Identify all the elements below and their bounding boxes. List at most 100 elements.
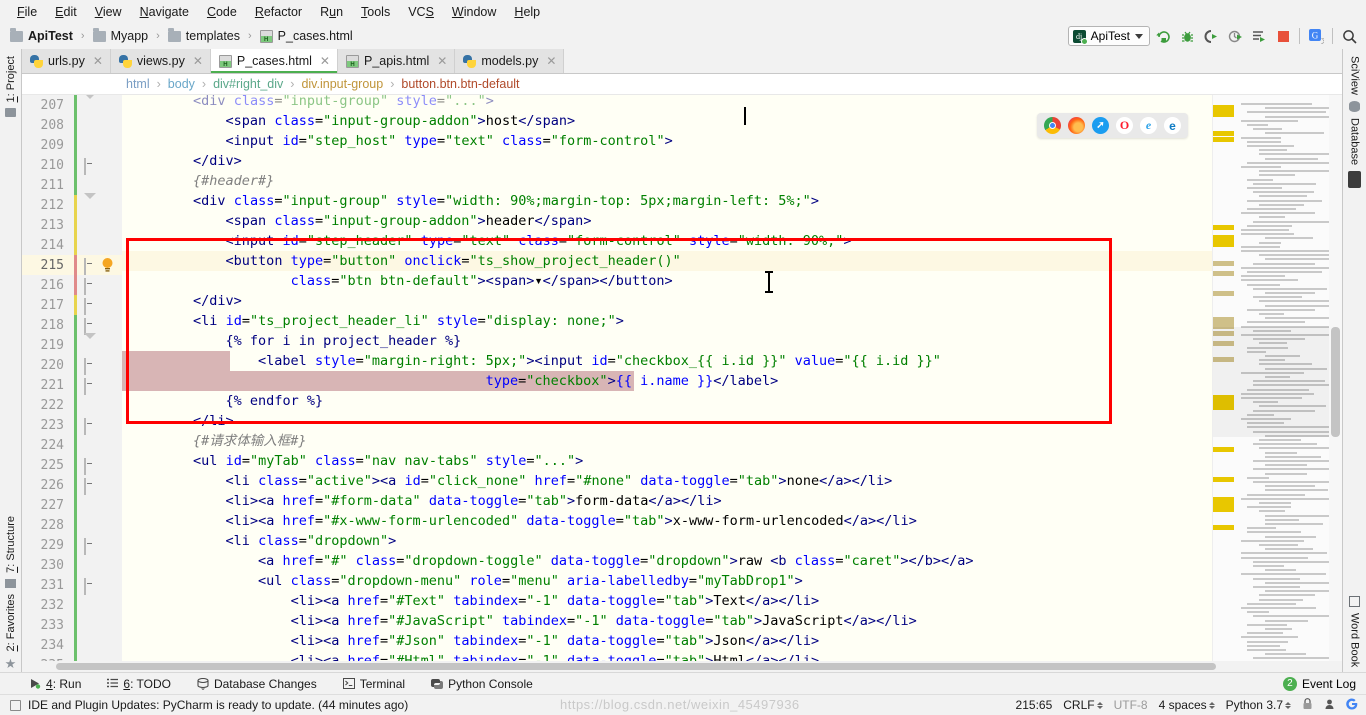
google-translate-status-icon[interactable] — [1346, 698, 1358, 713]
editor-tab-models[interactable]: models.py ✕ — [455, 49, 565, 73]
breadcrumb-item-myapp[interactable]: Myapp — [111, 29, 149, 43]
gutter-line[interactable]: 227 — [22, 495, 122, 515]
opera-icon[interactable]: O — [1116, 117, 1133, 134]
code-line[interactable]: type="checkbox">{{ i.name }}</label> — [128, 371, 1212, 391]
translate-button[interactable]: G文 — [1305, 25, 1327, 47]
event-log-button[interactable]: 2 Event Log — [1282, 676, 1356, 691]
gutter-line[interactable]: 214 — [22, 235, 122, 255]
gutter-line[interactable]: 217 — [22, 295, 122, 315]
dom-breadcrumb-input-group[interactable]: div.input-group — [301, 77, 383, 91]
code-line[interactable]: class="btn btn-default"><span>▾</span></… — [128, 271, 1212, 291]
tool-button-sciview[interactable]: SciView — [1349, 53, 1361, 98]
vcs-change-marker[interactable] — [74, 455, 77, 475]
vcs-change-marker[interactable] — [74, 615, 77, 635]
vcs-change-marker[interactable] — [74, 95, 77, 115]
debug-button[interactable] — [1176, 25, 1198, 47]
code-line[interactable]: <li><a href="#Json" tabindex="-1" data-t… — [128, 631, 1212, 651]
minimap-warning-marker[interactable] — [1213, 235, 1234, 247]
edge-icon[interactable]: e — [1164, 117, 1181, 134]
gutter-line[interactable]: 219 — [22, 333, 122, 355]
vcs-change-marker[interactable] — [74, 175, 77, 195]
code-line[interactable]: <li id="ts_project_header_li" style="dis… — [128, 311, 1212, 331]
menu-item-code[interactable]: Code — [198, 3, 246, 21]
code-fold-toggle[interactable] — [84, 358, 96, 375]
code-line[interactable]: {#header#} — [128, 171, 1212, 191]
code-fold-toggle[interactable] — [84, 298, 96, 315]
code-fold-toggle[interactable] — [84, 333, 96, 354]
gutter-line[interactable]: 224 — [22, 435, 122, 455]
vcs-change-marker[interactable] — [74, 295, 77, 315]
editor-tab-p-apis[interactable]: H P_apis.html ✕ — [337, 49, 456, 73]
tool-button-database-changes[interactable]: Database Changes — [193, 676, 321, 692]
vcs-change-marker[interactable] — [74, 495, 77, 515]
menu-item-window[interactable]: Window — [443, 3, 505, 21]
run-with-coverage-button[interactable] — [1200, 25, 1222, 47]
vcs-change-marker[interactable] — [74, 135, 77, 155]
notification-icon[interactable] — [10, 699, 21, 711]
menu-item-view[interactable]: View — [86, 3, 131, 21]
code-line[interactable]: <a href="#" class="dropdown-toggle" data… — [128, 551, 1212, 571]
code-line[interactable]: <input id="step_header" type="text" clas… — [128, 231, 1212, 251]
minimap-warning-marker[interactable] — [1213, 525, 1234, 530]
profile-button[interactable] — [1224, 25, 1246, 47]
safari-icon[interactable]: ➚ — [1092, 117, 1109, 134]
vcs-change-marker[interactable] — [74, 575, 77, 595]
vcs-change-marker[interactable] — [74, 415, 77, 435]
code-line[interactable]: <li><a href="#Html" tabindex="-1" data-t… — [128, 651, 1212, 661]
python-interpreter[interactable]: Python 3.7 — [1226, 698, 1291, 712]
code-fold-toggle[interactable] — [84, 95, 96, 114]
gutter-line[interactable]: 226 — [22, 475, 122, 495]
vcs-change-marker[interactable] — [74, 535, 77, 555]
vcs-change-marker[interactable] — [74, 195, 77, 215]
gutter-line[interactable]: 231 — [22, 575, 122, 595]
vcs-change-marker[interactable] — [74, 375, 77, 395]
code-line[interactable]: </div> — [128, 151, 1212, 171]
code-line[interactable]: <li><a href="#JavaScript" tabindex="-1" … — [128, 611, 1212, 631]
code-line[interactable]: <li class="active"><a id="click_none" hr… — [128, 471, 1212, 491]
code-fold-toggle[interactable] — [84, 158, 96, 175]
vcs-change-marker[interactable] — [74, 215, 77, 235]
menu-item-edit[interactable]: Edit — [46, 3, 86, 21]
tool-button-word-book[interactable]: Word Book — [1349, 610, 1361, 670]
run-with-console-button[interactable] — [1248, 25, 1270, 47]
code-line[interactable]: <div class="input-group" style="width: 9… — [128, 191, 1212, 211]
menu-item-help[interactable]: Help — [505, 3, 549, 21]
search-everywhere-button[interactable] — [1338, 25, 1360, 47]
close-icon[interactable]: ✕ — [546, 54, 556, 68]
close-icon[interactable]: ✕ — [193, 54, 203, 68]
code-fold-toggle[interactable] — [84, 258, 96, 275]
dom-breadcrumb-html[interactable]: html — [126, 77, 150, 91]
code-fold-toggle[interactable] — [84, 418, 96, 435]
run-configuration-selector[interactable]: dj ApiTest — [1067, 26, 1150, 46]
file-encoding[interactable]: UTF-8 — [1114, 698, 1148, 712]
minimap-warning-marker[interactable] — [1213, 507, 1234, 512]
gutter-line[interactable]: 215 — [22, 255, 122, 275]
code-fold-toggle[interactable] — [84, 458, 96, 475]
vcs-change-marker[interactable] — [74, 395, 77, 415]
menu-item-tools[interactable]: Tools — [352, 3, 399, 21]
gutter-line[interactable]: 232 — [22, 595, 122, 615]
vcs-change-marker[interactable] — [74, 595, 77, 615]
code-fold-toggle[interactable] — [84, 578, 96, 595]
code-area[interactable]: <div class="input-group" style="..."> <s… — [122, 95, 1212, 661]
vcs-change-marker[interactable] — [74, 515, 77, 535]
code-line[interactable]: {#请求体输入框#} — [128, 431, 1212, 451]
gutter-line[interactable]: 218 — [22, 315, 122, 335]
code-editor[interactable]: 207 208 209 210 211 212 213 214 215 216 217 218 219 2… — [22, 95, 1342, 661]
gutter-line[interactable]: 233 — [22, 615, 122, 635]
menu-item-vcs[interactable]: VCS — [399, 3, 443, 21]
minimap-warning-marker[interactable] — [1213, 105, 1234, 117]
status-message[interactable]: IDE and Plugin Updates: PyCharm is ready… — [28, 698, 408, 712]
editor-minimap[interactable] — [1212, 95, 1342, 661]
code-line[interactable]: {% for i in project_header %} — [128, 331, 1212, 351]
minimap-warning-marker[interactable] — [1213, 447, 1234, 452]
vcs-change-marker[interactable] — [74, 115, 77, 135]
settings-icon[interactable] — [1324, 698, 1335, 713]
code-fold-toggle[interactable] — [84, 193, 96, 214]
tool-button-run[interactable]: 4: Run — [26, 676, 85, 692]
tool-button-terminal[interactable]: Terminal — [339, 676, 409, 692]
indent-setting[interactable]: 4 spaces — [1159, 698, 1215, 712]
editor-tab-views[interactable]: views.py ✕ — [110, 49, 211, 73]
editor-gutter[interactable]: 207 208 209 210 211 212 213 214 215 216 217 218 219 2… — [22, 95, 122, 661]
dom-breadcrumb-body[interactable]: body — [168, 77, 195, 91]
